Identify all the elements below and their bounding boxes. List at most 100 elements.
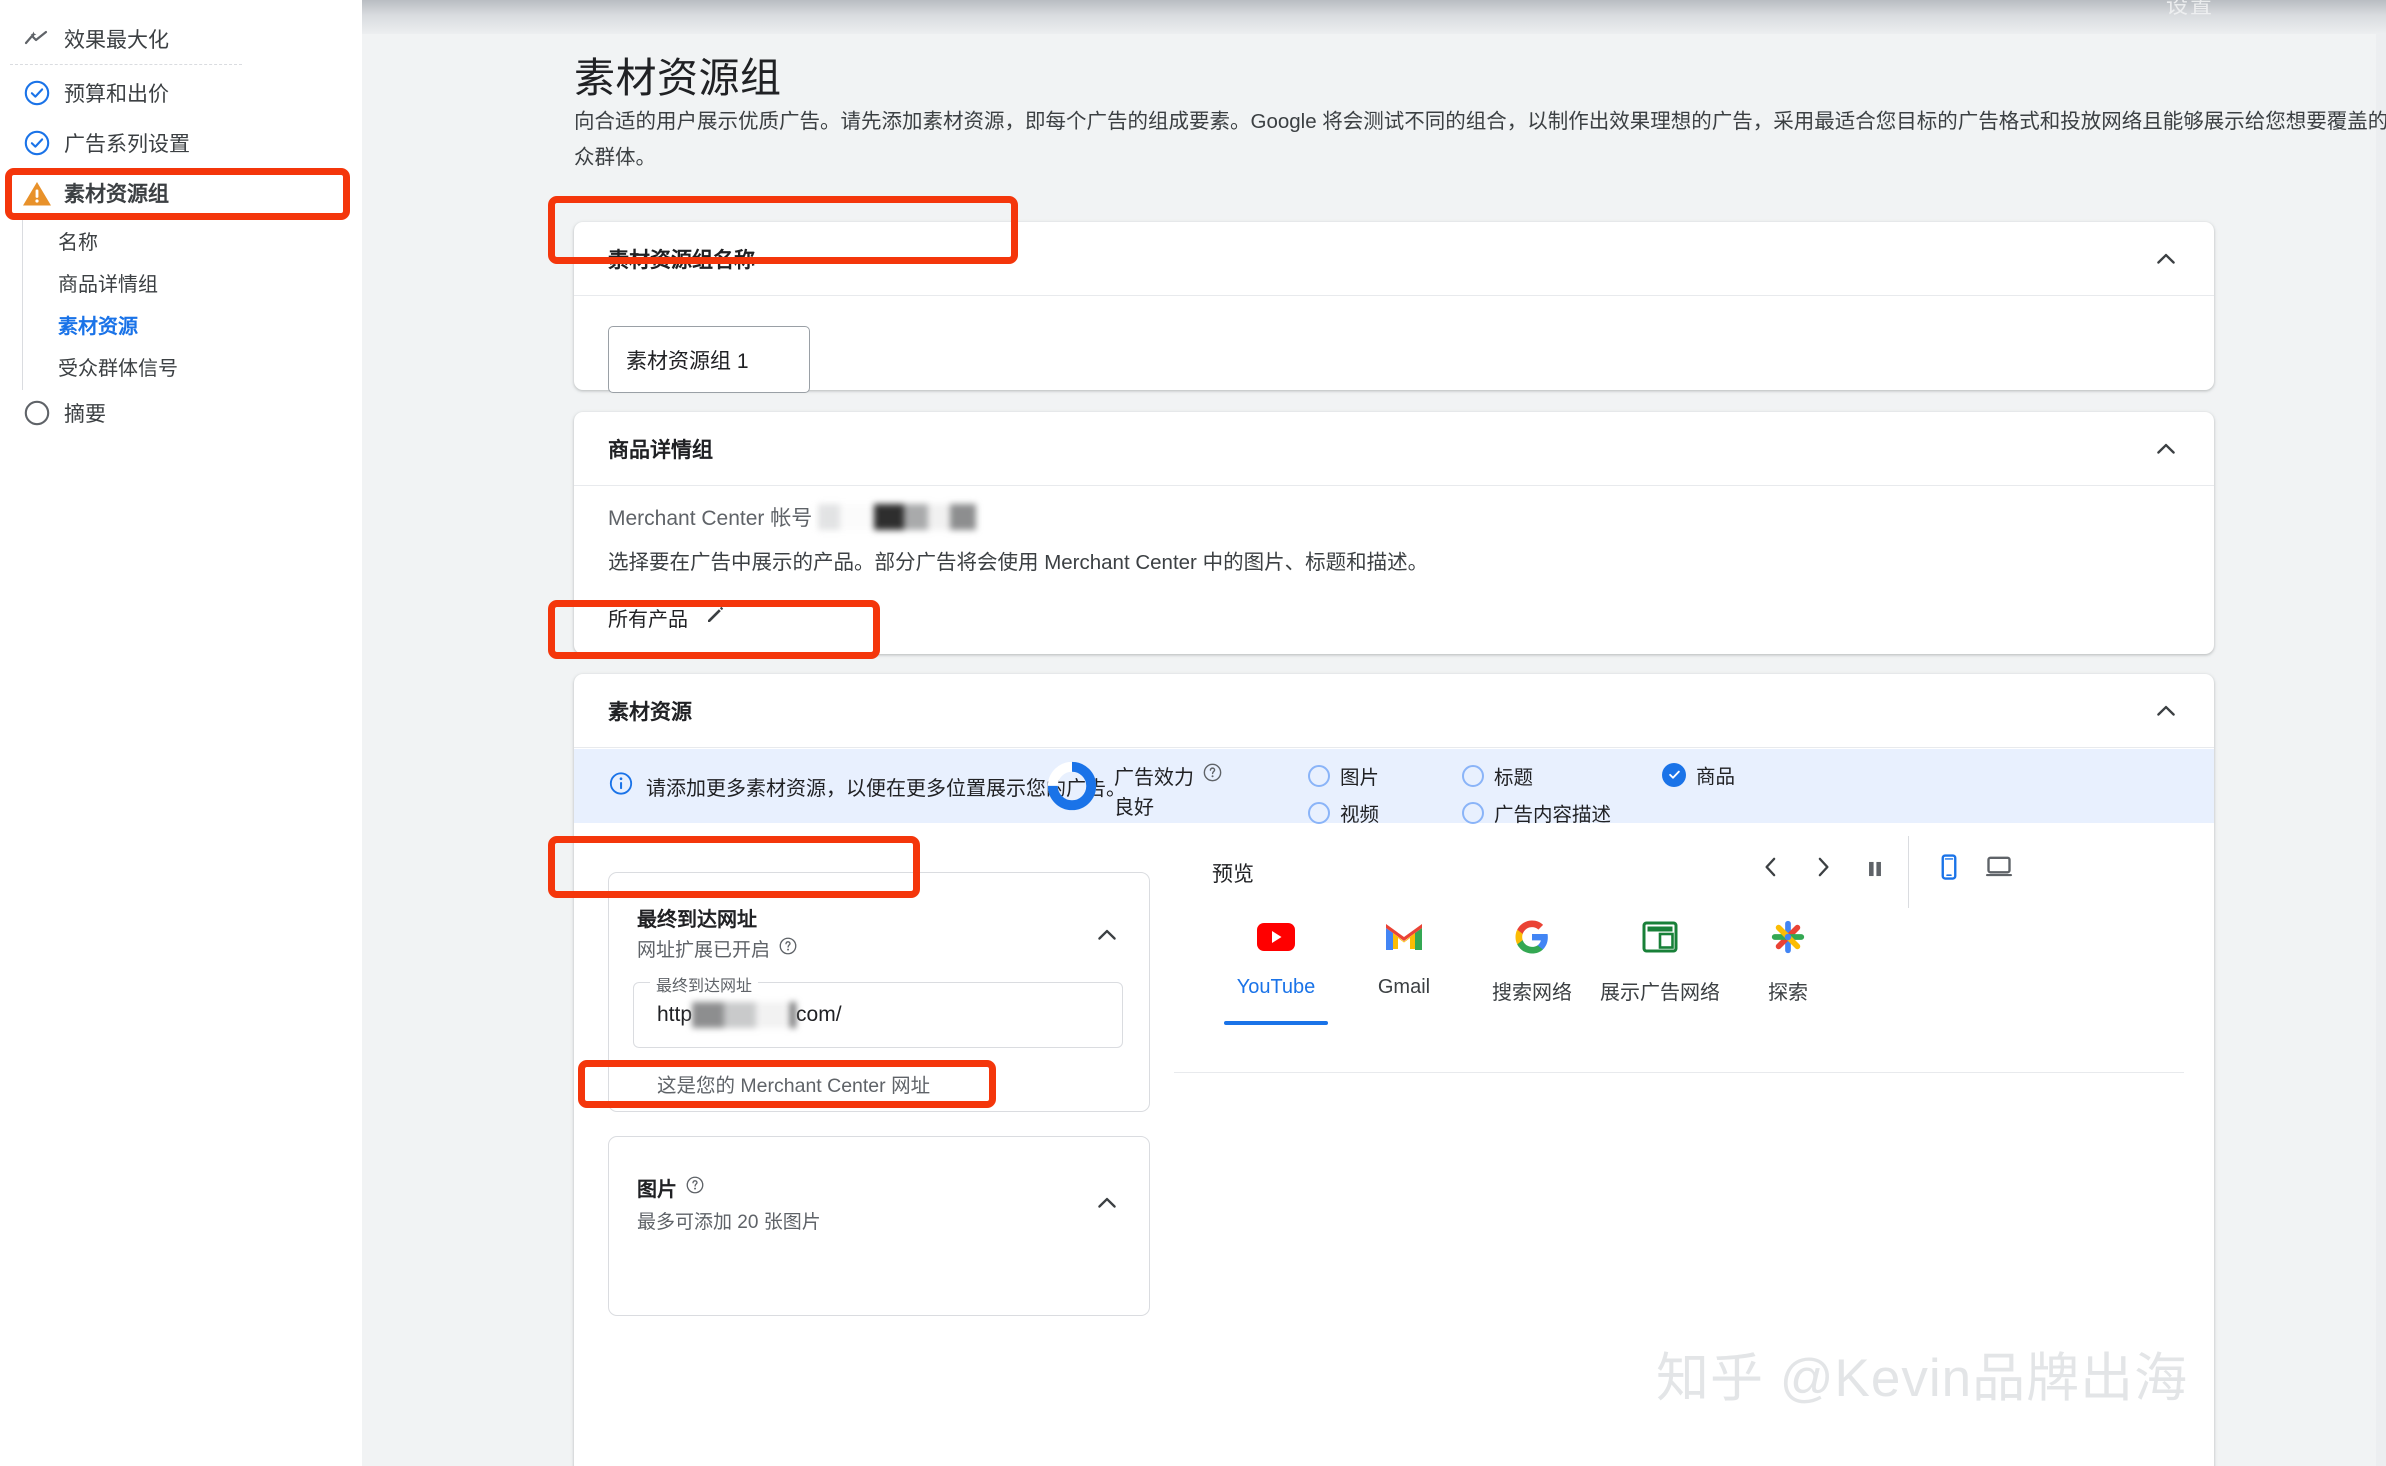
images-title-row: 图片: [637, 1173, 705, 1202]
preview-tab-youtube[interactable]: YouTube: [1212, 912, 1340, 1025]
sidebar-subitem-name[interactable]: 名称: [58, 220, 98, 260]
preview-tab-label: YouTube: [1236, 976, 1316, 998]
asset-group-name-value: 素材资源组 1: [626, 349, 749, 373]
window-top-strip: 设置: [362, 0, 2386, 34]
checklist-item-videos[interactable]: 视频: [1308, 798, 1379, 827]
discover-icon: [1769, 912, 1807, 962]
chevron-right-icon[interactable]: [1808, 852, 1838, 887]
sidebar-subitem-label: 名称: [58, 231, 98, 254]
final-url-subtitle-row: 网址扩展已开启: [637, 935, 798, 962]
preview-platform-tabs: YouTube Gmail 搜索网络 展示广告网络 探索: [1212, 912, 1852, 1025]
chevron-up-icon[interactable]: [1093, 1189, 1121, 1217]
asset-group-name-input[interactable]: 素材资源组 1: [608, 326, 810, 393]
card-title: 素材资源组名称: [608, 248, 755, 272]
sidebar-subitem-product-group[interactable]: 商品详情组: [58, 262, 158, 302]
checklist-label: 商品: [1696, 766, 1736, 788]
checklist-item-descriptions[interactable]: 广告内容描述: [1462, 798, 1611, 827]
card-title: 商品详情组: [608, 438, 713, 462]
preview-tab-label: 搜索网络: [1492, 982, 1572, 1004]
card-header[interactable]: 素材资源: [574, 674, 2214, 748]
mobile-device-icon[interactable]: [1934, 852, 1964, 887]
card-header[interactable]: 商品详情组: [574, 412, 2214, 486]
sidebar-item-summary[interactable]: 摘要: [14, 390, 106, 436]
sidebar-subitem-label: 受众群体信号: [58, 357, 178, 380]
page-title: 素材资源组: [574, 55, 782, 101]
radio-empty-icon: [1462, 764, 1484, 787]
trending-spark-icon: [14, 29, 60, 49]
radio-empty-icon: [1308, 801, 1330, 824]
ad-strength-label-row: 广告效力: [1114, 761, 1223, 790]
panel-images: 图片 最多可添加 20 张图片: [608, 1136, 1150, 1316]
empty-circle-icon: [14, 399, 60, 427]
sidebar-item-label: 预算和出价: [64, 83, 169, 106]
youtube-icon: [1254, 912, 1298, 962]
checklist-item-products[interactable]: 商品: [1662, 760, 1735, 789]
sidebar-divider: [10, 64, 242, 65]
display-network-icon: [1641, 912, 1679, 962]
top-strip-label: 设置: [2166, 0, 2215, 18]
all-products-selector[interactable]: 所有产品: [608, 602, 728, 632]
radio-empty-icon: [1308, 764, 1330, 787]
help-circle-icon[interactable]: [685, 1175, 705, 1201]
final-url-value: http com/: [657, 1002, 842, 1028]
preview-tab-gmail[interactable]: Gmail: [1340, 912, 1468, 1015]
chevron-up-icon[interactable]: [1093, 921, 1121, 949]
card-title: 素材资源: [608, 700, 692, 724]
final-url-subtitle: 网址扩展已开启: [637, 940, 771, 961]
final-url-suffix: com/: [796, 1003, 842, 1026]
chevron-left-icon[interactable]: [1756, 852, 1786, 887]
chevron-up-icon[interactable]: [2152, 245, 2180, 273]
preview-tab-search[interactable]: 搜索网络: [1468, 912, 1596, 1015]
check-circle-icon: [14, 129, 60, 157]
panel-final-url: 最终到达网址 网址扩展已开启 最终到达网址 http com/ 这是您的 Mer…: [608, 872, 1150, 1112]
sidebar-item-label: 效果最大化: [64, 29, 169, 52]
google-g-icon: [1514, 912, 1550, 962]
sidebar-subitem-assets[interactable]: 素材资源: [58, 304, 138, 344]
preview-tab-display-network[interactable]: 展示广告网络: [1596, 912, 1724, 1015]
info-circle-icon: [608, 771, 634, 802]
sidebar-sub-rail: [22, 220, 23, 390]
redacted-account-id: [818, 504, 977, 530]
preview-tabs-rule: [1174, 1072, 2184, 1073]
help-circle-icon[interactable]: [778, 936, 798, 962]
preview-toolbar-separator: [1908, 836, 1909, 908]
pencil-icon[interactable]: [704, 602, 728, 632]
ad-strength-banner: 请添加更多素材资源，以便在更多位置展示您的广告。 广告效力 良好 图片 视频 标…: [574, 749, 2214, 826]
sidebar-item-asset-group[interactable]: 素材资源组: [14, 170, 169, 216]
preview-tab-discover[interactable]: 探索: [1724, 912, 1852, 1015]
chevron-up-icon[interactable]: [2152, 697, 2180, 725]
sidebar: 效果最大化 预算和出价 广告系列设置 素材资源组 名称 商品详情组 素材资源 受…: [0, 0, 362, 1466]
check-filled-icon: [1662, 762, 1686, 787]
sidebar-subitem-label: 素材资源: [58, 315, 138, 338]
card-asset-group-name: 素材资源组名称 素材资源组 1: [574, 222, 2214, 393]
ad-strength-label: 广告效力: [1114, 767, 1194, 789]
checklist-item-images[interactable]: 图片: [1308, 761, 1379, 790]
sidebar-item-budget-bidding[interactable]: 预算和出价: [14, 70, 169, 116]
sidebar-item-label: 摘要: [64, 403, 106, 426]
checklist-item-headlines[interactable]: 标题: [1462, 761, 1533, 790]
help-circle-icon[interactable]: [1202, 762, 1223, 789]
page-description: 向合适的用户展示优质广告。请先添加素材资源，即每个广告的组成要素。Google …: [574, 110, 2386, 169]
merchant-center-account-row: Merchant Center 帐号: [608, 502, 977, 532]
checklist-label: 图片: [1340, 767, 1380, 789]
checklist-label: 标题: [1494, 767, 1534, 789]
pause-icon[interactable]: [1862, 856, 1888, 887]
warning-triangle-icon: [14, 180, 60, 207]
chevron-up-icon[interactable]: [2152, 435, 2180, 463]
check-circle-icon: [14, 79, 60, 107]
content-scrollbar[interactable]: [2376, 34, 2386, 1466]
sidebar-item-performance-max[interactable]: 效果最大化: [14, 16, 169, 62]
checklist-label: 视频: [1340, 804, 1380, 826]
all-products-label: 所有产品: [608, 608, 688, 631]
sidebar-subitem-label: 商品详情组: [58, 273, 158, 296]
desktop-device-icon[interactable]: [1984, 852, 2014, 887]
final-url-title: 最终到达网址: [637, 909, 757, 931]
ad-strength-value: 良好: [1114, 797, 1154, 819]
sidebar-subitem-audience-signal[interactable]: 受众群体信号: [58, 346, 178, 386]
preview-title: 预览: [1212, 863, 1254, 886]
merchant-center-label: Merchant Center 帐号: [608, 507, 813, 530]
preview-tab-label: 探索: [1768, 982, 1808, 1004]
card-header[interactable]: 素材资源组名称: [574, 222, 2214, 296]
sidebar-item-campaign-settings[interactable]: 广告系列设置: [14, 120, 190, 166]
watermark: 知乎 @Kevin品牌出海: [1656, 1349, 2189, 1408]
